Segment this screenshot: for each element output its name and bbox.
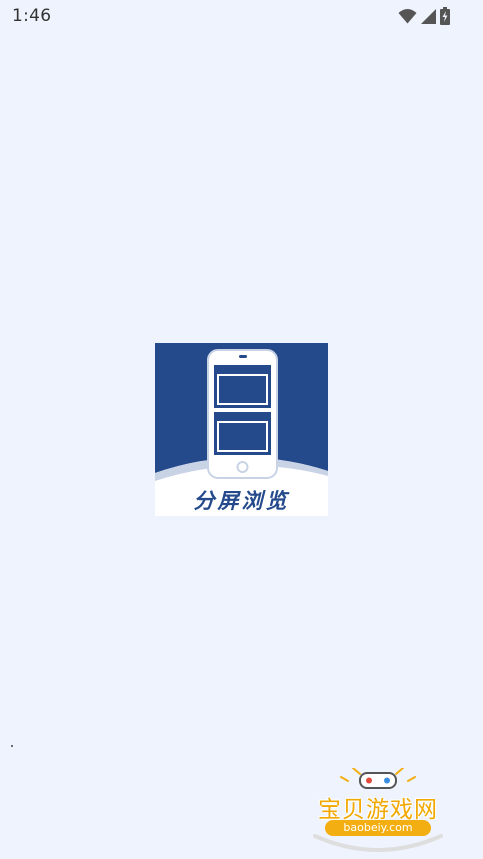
status-bar: 1:46 [0,0,483,34]
watermark-site-name: 宝贝游戏网 [318,797,438,823]
app-logo: 分屏浏览 [155,343,328,516]
cell-signal-icon [421,8,436,24]
wifi-icon [398,8,417,24]
logo-title: 分屏浏览 [193,489,290,513]
status-icons [398,7,450,25]
dot-artifact [11,745,13,747]
battery-charging-icon [440,7,450,25]
watermark-site-url: baobeiy.com [325,820,431,836]
watermark-logo: 宝贝游戏网 baobeiy.com [303,768,453,854]
status-time: 1:46 [12,6,52,26]
